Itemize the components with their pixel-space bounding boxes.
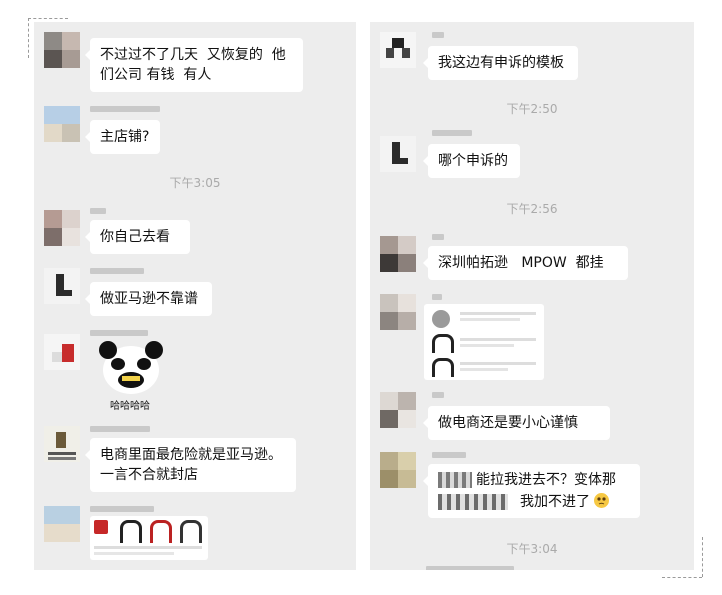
sender-name	[90, 330, 148, 336]
panda-sticker[interactable]	[98, 340, 164, 396]
avatar[interactable]	[44, 32, 80, 68]
timestamp: 下午3:04	[506, 542, 558, 556]
timestamp: 下午3:05	[169, 176, 221, 190]
chat-screenshot-left: 不过过不了几天 又恢复的 他们公司 有钱 有人 主店铺? 下午3:05 你自己去…	[34, 22, 356, 570]
sticker-caption: 哈哈哈哈	[110, 401, 150, 412]
avatar[interactable]	[44, 106, 80, 142]
avatar[interactable]	[44, 506, 80, 542]
sender-name	[432, 234, 444, 240]
avatar[interactable]	[380, 452, 416, 488]
avatar[interactable]	[44, 268, 80, 304]
sender-name	[432, 392, 444, 398]
redacted-text	[438, 472, 472, 488]
message-line-1: 能拉我进去不？变体那	[476, 472, 616, 488]
message-bubble[interactable]: 做电商还是要小心谨慎	[423, 406, 610, 440]
sender-name	[90, 426, 150, 432]
message-bubble[interactable]: 电商里面最危险就是亚马逊。一言不合就封店	[85, 438, 296, 492]
sender-name	[432, 130, 472, 136]
avatar[interactable]	[380, 32, 416, 68]
avatar[interactable]	[380, 136, 416, 172]
message-line-2: 我加不进了	[520, 492, 610, 512]
avatar[interactable]	[44, 334, 80, 370]
avatar[interactable]	[44, 426, 80, 462]
avatar[interactable]	[44, 210, 80, 246]
message-bubble[interactable]: 做亚马逊不靠谱	[85, 282, 212, 316]
sender-name	[432, 452, 466, 458]
message-bubble[interactable]: 我这边有申诉的模板	[423, 46, 578, 80]
pleading-face-icon	[594, 493, 610, 508]
sender-name	[90, 106, 160, 112]
message-bubble[interactable]: 你自己去看	[85, 220, 190, 254]
timestamp: 下午2:56	[506, 202, 558, 216]
message-bubble[interactable]: 主店铺?	[85, 120, 160, 154]
message-bubble[interactable]: 深圳帕拓逊 MPOW 都挂	[423, 246, 628, 280]
sender-name	[432, 32, 444, 38]
sender-name	[90, 268, 144, 274]
avatar[interactable]	[380, 392, 416, 428]
sender-name	[90, 506, 154, 512]
partial-message	[426, 566, 514, 570]
message-bubble[interactable]: 哪个申诉的	[423, 144, 520, 178]
redacted-text	[438, 494, 508, 510]
sender-name	[90, 208, 106, 214]
corner-mark-bottom-right	[662, 577, 702, 578]
avatar[interactable]	[380, 236, 416, 272]
timestamp: 下午2:50	[506, 102, 558, 116]
chat-screenshot-right: 我这边有申诉的模板 下午2:50 哪个申诉的 下午2:56 深圳帕拓逊 MPOW…	[370, 22, 694, 570]
avatar[interactable]	[380, 294, 416, 330]
corner-mark-top-left-v	[28, 18, 29, 58]
message-bubble[interactable]: 不过过不了几天 又恢复的 他们公司 有钱 有人	[85, 38, 303, 92]
sender-name	[432, 294, 442, 300]
message-bubble[interactable]: 能拉我进去不？变体那 我加不进了	[423, 464, 640, 518]
product-image[interactable]	[90, 516, 208, 560]
corner-mark-top-left	[28, 18, 68, 19]
corner-mark-bottom-right-v	[702, 537, 703, 577]
product-image[interactable]	[424, 304, 544, 380]
